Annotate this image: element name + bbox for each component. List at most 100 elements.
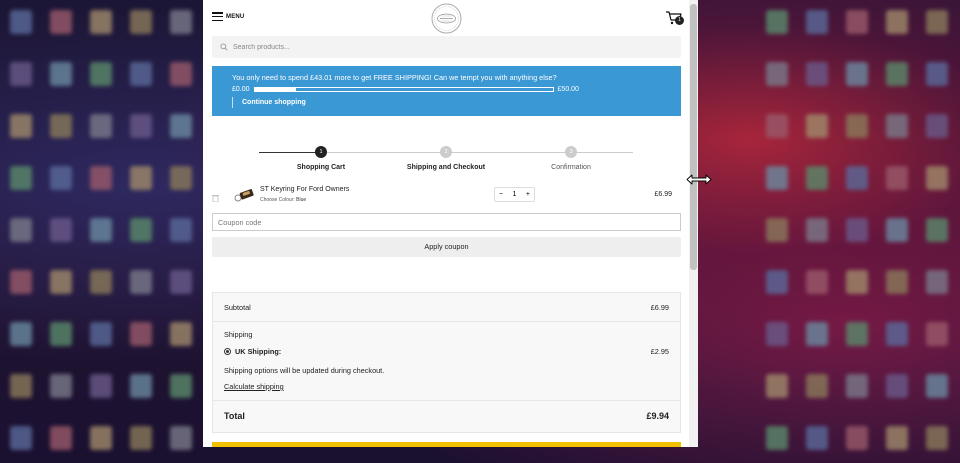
shipping-note: Shipping options will be updated during … xyxy=(224,366,385,375)
desktop-icons-right xyxy=(760,4,954,463)
step-1-label[interactable]: Shopping Cart xyxy=(297,164,345,171)
desktop-icon xyxy=(130,374,152,398)
desktop-icon xyxy=(886,62,908,86)
desktop-icon xyxy=(846,426,868,450)
desktop-icon xyxy=(886,114,908,138)
search-bar xyxy=(212,36,681,58)
proceed-to-checkout-button[interactable] xyxy=(212,442,681,447)
cart-totals: Subtotal £6.99 Shipping UK Shipping: £2.… xyxy=(212,292,681,433)
subtotal-label: Subtotal xyxy=(224,303,251,312)
product-name-link[interactable]: ST Keyring For Ford Owners xyxy=(260,186,349,193)
product-price: £6.99 xyxy=(654,191,672,198)
product-thumbnail[interactable] xyxy=(233,186,255,204)
desktop-icon xyxy=(170,322,192,346)
calculate-shipping-link[interactable]: Calculate shipping xyxy=(224,382,284,391)
desktop-icon xyxy=(130,62,152,86)
desktop-icon xyxy=(846,270,868,294)
desktop-icon xyxy=(886,426,908,450)
desktop-icon xyxy=(926,62,948,86)
site-logo[interactable] xyxy=(431,3,462,34)
desktop-icon xyxy=(926,426,948,450)
desktop-icon xyxy=(170,218,192,242)
desktop-icon xyxy=(806,166,828,190)
calculate-shipping-row: Calculate shipping xyxy=(224,382,669,391)
desktop-icon xyxy=(130,426,152,450)
total-value: £9.94 xyxy=(646,411,669,421)
desktop-icon xyxy=(766,426,788,450)
divider xyxy=(213,400,680,401)
free-shipping-message: You only need to spend £43.01 more to ge… xyxy=(232,73,557,82)
desktop-icon xyxy=(90,322,112,346)
scrollbar[interactable] xyxy=(689,0,698,447)
desktop-icon xyxy=(90,62,112,86)
desktop-icon xyxy=(50,270,72,294)
desktop-icon xyxy=(50,166,72,190)
option-label: Choose Colour: xyxy=(260,197,295,203)
subtotal-row: Subtotal £6.99 xyxy=(224,303,669,312)
step-2-label[interactable]: Shipping and Checkout xyxy=(407,164,485,171)
menu-button[interactable]: MENU xyxy=(212,12,244,21)
desktop-icon xyxy=(130,218,152,242)
apply-coupon-button[interactable]: Apply coupon xyxy=(212,237,681,257)
progress-track xyxy=(253,87,554,92)
desktop-icon xyxy=(886,374,908,398)
quantity-increase-button[interactable]: + xyxy=(526,191,530,198)
desktop-icon xyxy=(130,322,152,346)
trash-icon[interactable] xyxy=(212,194,219,202)
uk-shipping-radio[interactable] xyxy=(224,348,231,355)
desktop-icon xyxy=(10,114,32,138)
desktop-icon xyxy=(50,10,72,34)
shipping-method-row: UK Shipping: £2.95 xyxy=(235,347,669,356)
progress-max-label: £50.00 xyxy=(557,86,579,93)
total-row: Total £9.94 xyxy=(224,411,669,421)
desktop-icon xyxy=(10,62,32,86)
desktop-icon xyxy=(170,374,192,398)
desktop-icon xyxy=(926,270,948,294)
desktop-icon xyxy=(170,114,192,138)
desktop-icon xyxy=(170,166,192,190)
scrollbar-thumb[interactable] xyxy=(690,4,697,270)
desktop-icon xyxy=(806,114,828,138)
desktop-icon xyxy=(170,426,192,450)
total-label: Total xyxy=(224,411,245,421)
search-input[interactable] xyxy=(233,43,653,51)
coupon-code-input[interactable] xyxy=(212,213,681,231)
desktop-icon xyxy=(130,270,152,294)
step-3-number[interactable]: 3 xyxy=(565,146,577,158)
step-2-number[interactable]: 2 xyxy=(440,146,452,158)
step-1-number[interactable]: 1 xyxy=(315,146,327,158)
step-connector xyxy=(259,152,321,153)
desktop-icon xyxy=(926,374,948,398)
continue-shopping-link[interactable]: Continue shopping xyxy=(232,97,306,108)
desktop-icon xyxy=(170,270,192,294)
menu-label: MENU xyxy=(226,13,245,20)
shipping-method-label[interactable]: UK Shipping: xyxy=(235,347,281,356)
desktop-icon xyxy=(10,166,32,190)
hamburger-icon xyxy=(212,12,223,21)
checkout-steps: 1 2 3 Shopping Cart Shipping and Checkou… xyxy=(203,145,689,177)
divider xyxy=(213,321,680,322)
cart-count-badge: 1 xyxy=(675,16,684,25)
desktop-icon xyxy=(766,114,788,138)
desktop-icon xyxy=(50,114,72,138)
site-header: MENU 1 xyxy=(203,0,689,34)
desktop-icon xyxy=(886,166,908,190)
desktop-icon xyxy=(846,114,868,138)
desktop-icon xyxy=(806,62,828,86)
desktop-icon xyxy=(50,322,72,346)
desktop-icon xyxy=(886,270,908,294)
desktop-icon xyxy=(10,374,32,398)
desktop-icon xyxy=(766,166,788,190)
desktop-icon xyxy=(90,218,112,242)
desktop-icon xyxy=(806,10,828,34)
desktop-icon xyxy=(846,166,868,190)
desktop-icon xyxy=(886,322,908,346)
desktop-icon xyxy=(766,270,788,294)
desktop-icon xyxy=(766,218,788,242)
quantity-decrease-button[interactable]: − xyxy=(499,191,503,198)
desktop-icon xyxy=(926,218,948,242)
quantity-value[interactable]: 1 xyxy=(513,191,517,198)
step-3-label[interactable]: Confirmation xyxy=(551,164,591,171)
desktop-icon xyxy=(766,62,788,86)
browser-viewport: MENU 1 You only need to spend £43.01 mor… xyxy=(203,0,698,447)
